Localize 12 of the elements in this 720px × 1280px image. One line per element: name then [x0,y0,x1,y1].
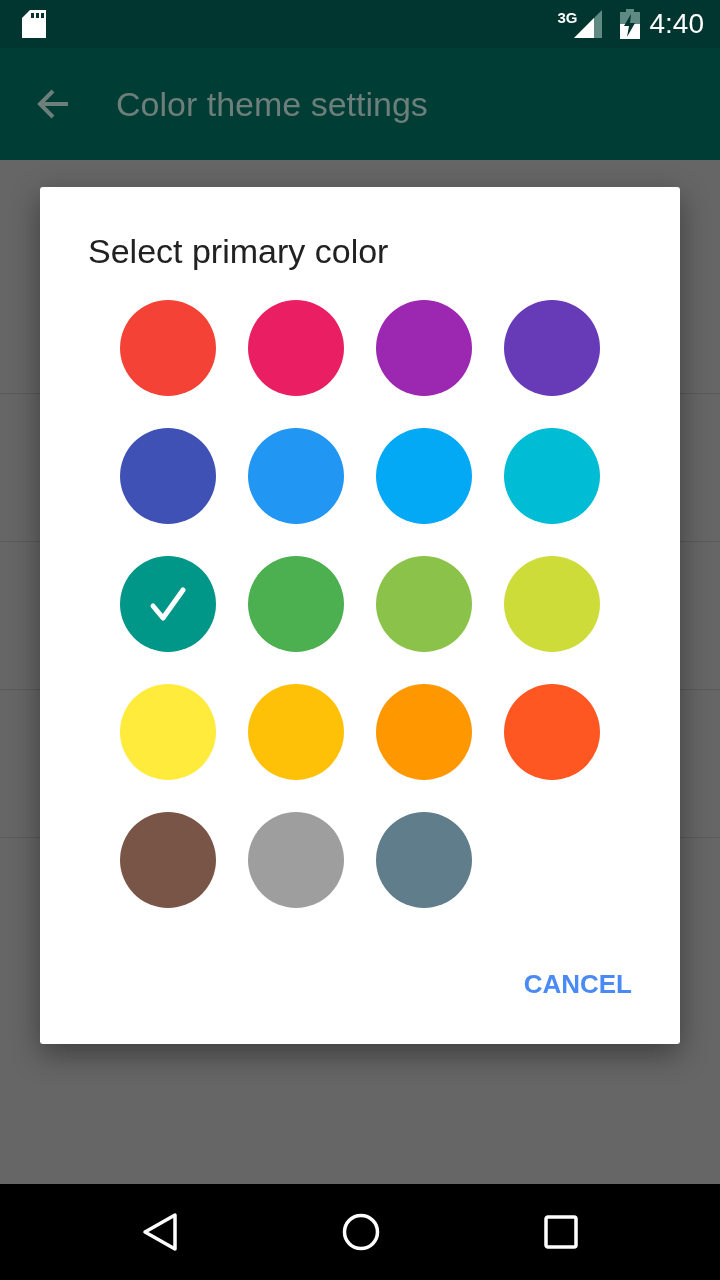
clock: 4:40 [649,8,704,40]
back-icon[interactable] [142,1212,178,1252]
back-arrow-icon[interactable] [36,88,70,120]
cancel-button[interactable]: CANCEL [523,961,632,1008]
sd-card-icon [22,10,46,38]
home-icon[interactable] [342,1213,380,1251]
check-icon [149,586,187,622]
battery-icon [619,9,640,39]
dialog-title: Select primary color [88,231,390,272]
network-type: 3G [557,9,578,26]
recents-icon[interactable] [544,1215,578,1249]
screen-title: Color theme settings [116,84,428,124]
